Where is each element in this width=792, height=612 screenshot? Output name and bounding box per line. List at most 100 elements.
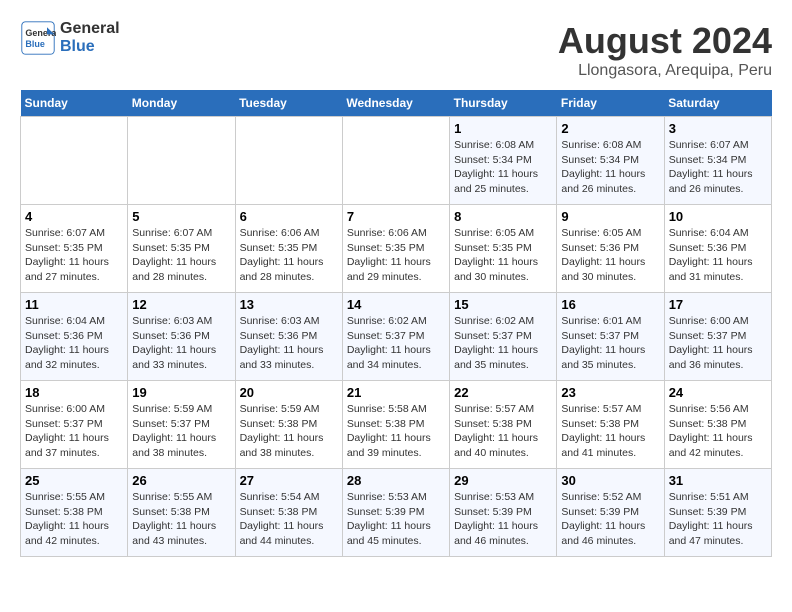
calendar-cell (21, 117, 128, 205)
calendar-cell (235, 117, 342, 205)
calendar-cell: 27 Sunrise: 5:54 AM Sunset: 5:38 PM Dayli… (235, 469, 342, 557)
day-number: 21 (347, 385, 445, 400)
day-content: Sunrise: 6:06 AM Sunset: 5:35 PM Dayligh… (240, 226, 338, 285)
day-content: Sunrise: 5:57 AM Sunset: 5:38 PM Dayligh… (561, 402, 659, 461)
calendar-cell: 15 Sunrise: 6:02 AM Sunset: 5:37 PM Dayli… (450, 293, 557, 381)
calendar-week-row: 11Sunrise: 6:04 AM Sunset: 5:36 PM Dayli… (21, 293, 772, 381)
calendar-cell: 7 Sunrise: 6:06 AM Sunset: 5:35 PM Daylig… (342, 205, 449, 293)
logo: General Blue General Blue (20, 20, 120, 56)
calendar-cell: 29Sunrise: 5:53 AM Sunset: 5:39 PM Dayli… (450, 469, 557, 557)
day-number: 24 (669, 385, 767, 400)
calendar-cell: 21Sunrise: 5:58 AM Sunset: 5:38 PM Dayli… (342, 381, 449, 469)
day-number: 17 (669, 297, 767, 312)
day-content: Sunrise: 6:05 AM Sunset: 5:35 PM Dayligh… (454, 226, 552, 285)
calendar-cell (128, 117, 235, 205)
calendar-cell: 3 Sunrise: 6:07 AM Sunset: 5:34 PM Daylig… (664, 117, 771, 205)
calendar-cell (342, 117, 449, 205)
day-content: Sunrise: 5:59 AM Sunset: 5:38 PM Dayligh… (240, 402, 338, 461)
day-content: Sunrise: 6:03 AM Sunset: 5:36 PM Dayligh… (132, 314, 230, 373)
day-content: Sunrise: 6:07 AM Sunset: 5:34 PM Dayligh… (669, 138, 767, 197)
logo-icon: General Blue (20, 20, 56, 56)
day-number: 3 (669, 121, 767, 136)
calendar-cell: 25Sunrise: 5:55 AM Sunset: 5:38 PM Dayli… (21, 469, 128, 557)
calendar-cell: 4Sunrise: 6:07 AM Sunset: 5:35 PM Daylig… (21, 205, 128, 293)
day-number: 18 (25, 385, 123, 400)
day-number: 12 (132, 297, 230, 312)
day-number: 6 (240, 209, 338, 224)
calendar-cell: 11Sunrise: 6:04 AM Sunset: 5:36 PM Dayli… (21, 293, 128, 381)
day-content: Sunrise: 5:55 AM Sunset: 5:38 PM Dayligh… (132, 490, 230, 549)
day-number: 8 (454, 209, 552, 224)
day-number: 9 (561, 209, 659, 224)
calendar-cell: 12 Sunrise: 6:03 AM Sunset: 5:36 PM Dayli… (128, 293, 235, 381)
day-content: Sunrise: 5:51 AM Sunset: 5:39 PM Dayligh… (669, 490, 767, 549)
calendar-cell: 16Sunrise: 6:01 AM Sunset: 5:37 PM Dayli… (557, 293, 664, 381)
day-content: Sunrise: 5:56 AM Sunset: 5:38 PM Dayligh… (669, 402, 767, 461)
calendar-title: August 2024 (558, 20, 772, 62)
column-header-wednesday: Wednesday (342, 90, 449, 117)
day-number: 5 (132, 209, 230, 224)
day-number: 15 (454, 297, 552, 312)
logo-text-blue: Blue (60, 38, 120, 56)
day-content: Sunrise: 5:55 AM Sunset: 5:38 PM Dayligh… (25, 490, 123, 549)
day-content: Sunrise: 6:05 AM Sunset: 5:36 PM Dayligh… (561, 226, 659, 285)
calendar-cell: 24 Sunrise: 5:56 AM Sunset: 5:38 PM Dayli… (664, 381, 771, 469)
calendar-cell: 17 Sunrise: 6:00 AM Sunset: 5:37 PM Dayli… (664, 293, 771, 381)
day-number: 1 (454, 121, 552, 136)
logo-text-general: General (60, 20, 120, 38)
day-number: 31 (669, 473, 767, 488)
day-number: 30 (561, 473, 659, 488)
calendar-cell: 1Sunrise: 6:08 AM Sunset: 5:34 PM Daylig… (450, 117, 557, 205)
day-content: Sunrise: 6:08 AM Sunset: 5:34 PM Dayligh… (561, 138, 659, 197)
page-header: General Blue General Blue August 2024 Ll… (20, 20, 772, 80)
calendar-cell: 10Sunrise: 6:04 AM Sunset: 5:36 PM Dayli… (664, 205, 771, 293)
day-content: Sunrise: 5:54 AM Sunset: 5:38 PM Dayligh… (240, 490, 338, 549)
day-number: 28 (347, 473, 445, 488)
day-content: Sunrise: 6:00 AM Sunset: 5:37 PM Dayligh… (25, 402, 123, 461)
calendar-cell: 31 Sunrise: 5:51 AM Sunset: 5:39 PM Dayli… (664, 469, 771, 557)
calendar-cell: 20Sunrise: 5:59 AM Sunset: 5:38 PM Dayli… (235, 381, 342, 469)
day-number: 23 (561, 385, 659, 400)
day-content: Sunrise: 6:03 AM Sunset: 5:36 PM Dayligh… (240, 314, 338, 373)
day-content: Sunrise: 6:02 AM Sunset: 5:37 PM Dayligh… (454, 314, 552, 373)
calendar-cell: 26 Sunrise: 5:55 AM Sunset: 5:38 PM Dayli… (128, 469, 235, 557)
day-number: 10 (669, 209, 767, 224)
column-header-friday: Friday (557, 90, 664, 117)
calendar-cell: 18 Sunrise: 6:00 AM Sunset: 5:37 PM Dayli… (21, 381, 128, 469)
column-header-thursday: Thursday (450, 90, 557, 117)
calendar-week-row: 4 Sunrise: 6:07 AM Sunset: 5:35 PM Daylig… (21, 205, 772, 293)
column-header-monday: Monday (128, 90, 235, 117)
day-number: 22 (454, 385, 552, 400)
day-content: Sunrise: 6:02 AM Sunset: 5:37 PM Dayligh… (347, 314, 445, 373)
calendar-cell: 8 Sunrise: 6:05 AM Sunset: 5:35 PM Daylig… (450, 205, 557, 293)
day-content: Sunrise: 6:06 AM Sunset: 5:35 PM Dayligh… (347, 226, 445, 285)
calendar-cell: 19Sunrise: 5:59 AM Sunset: 5:37 PM Dayli… (128, 381, 235, 469)
calendar-cell: 30 Sunrise: 5:52 AM Sunset: 5:39 PM Dayli… (557, 469, 664, 557)
day-number: 7 (347, 209, 445, 224)
column-header-tuesday: Tuesday (235, 90, 342, 117)
calendar-cell: 9 Sunrise: 6:05 AM Sunset: 5:36 PM Daylig… (557, 205, 664, 293)
svg-text:Blue: Blue (25, 39, 45, 49)
calendar-cell: 2 Sunrise: 6:08 AM Sunset: 5:34 PM Daylig… (557, 117, 664, 205)
day-number: 14 (347, 297, 445, 312)
calendar-table: SundayMondayTuesdayWednesdayThursdayFrid… (20, 90, 772, 557)
calendar-week-row: 25Sunrise: 5:55 AM Sunset: 5:38 PM Dayli… (21, 469, 772, 557)
day-content: Sunrise: 5:53 AM Sunset: 5:39 PM Dayligh… (347, 490, 445, 549)
day-content: Sunrise: 6:07 AM Sunset: 5:35 PM Dayligh… (132, 226, 230, 285)
day-content: Sunrise: 5:53 AM Sunset: 5:39 PM Dayligh… (454, 490, 552, 549)
day-number: 27 (240, 473, 338, 488)
title-block: August 2024 Llongasora, Arequipa, Peru (558, 20, 772, 80)
column-header-sunday: Sunday (21, 90, 128, 117)
day-number: 13 (240, 297, 338, 312)
day-number: 2 (561, 121, 659, 136)
day-number: 26 (132, 473, 230, 488)
day-content: Sunrise: 6:00 AM Sunset: 5:37 PM Dayligh… (669, 314, 767, 373)
calendar-cell: 23 Sunrise: 5:57 AM Sunset: 5:38 PM Dayli… (557, 381, 664, 469)
calendar-subtitle: Llongasora, Arequipa, Peru (558, 62, 772, 80)
calendar-cell: 28 Sunrise: 5:53 AM Sunset: 5:39 PM Dayli… (342, 469, 449, 557)
day-content: Sunrise: 5:52 AM Sunset: 5:39 PM Dayligh… (561, 490, 659, 549)
day-content: Sunrise: 6:04 AM Sunset: 5:36 PM Dayligh… (25, 314, 123, 373)
calendar-header-row: SundayMondayTuesdayWednesdayThursdayFrid… (21, 90, 772, 117)
day-number: 4 (25, 209, 123, 224)
column-header-saturday: Saturday (664, 90, 771, 117)
